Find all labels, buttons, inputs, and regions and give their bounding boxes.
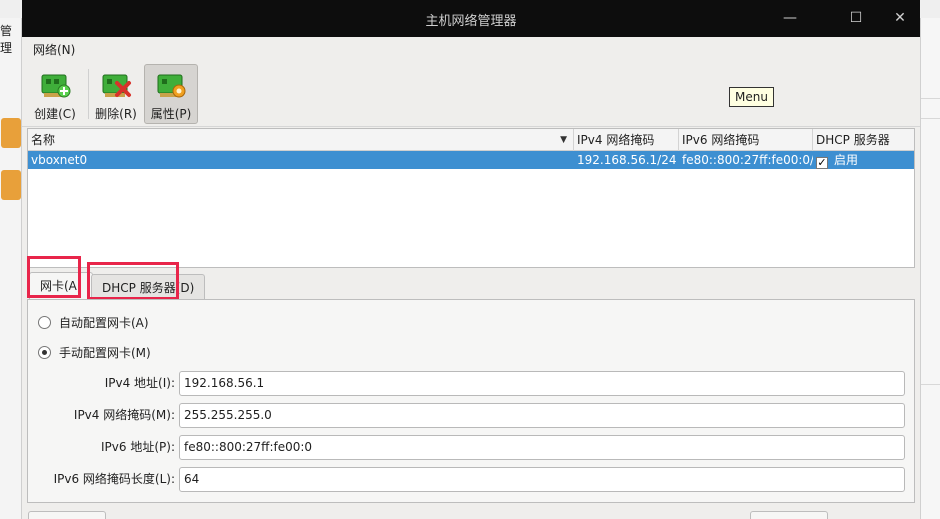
manual-config-label: 手动配置网卡(M)	[59, 346, 151, 360]
auto-config-radio[interactable]	[38, 316, 51, 329]
menu-network[interactable]: 网络(N)	[33, 41, 75, 58]
manual-config-radio[interactable]	[38, 346, 51, 359]
cell-ipv6: fe80::800:27ff:fe00:0/64	[682, 153, 813, 167]
ipv6-prefix-length-field[interactable]: 64	[179, 467, 905, 492]
network-table: 名称 ▼ IPv4 网络掩码 IPv6 网络掩码 DHCP 服务器 vboxne…	[27, 128, 915, 268]
dialog-button-row	[22, 508, 920, 519]
tab-dhcp-server[interactable]: DHCP 服务器(D)	[91, 274, 206, 300]
properties-button[interactable]: 属性(P)	[144, 64, 198, 124]
manual-config-option[interactable]: 手动配置网卡(M)	[38, 343, 151, 363]
menu-bar: 网络(N)	[22, 37, 920, 59]
title-bar[interactable]: 主机网络管理器 — ☐ ✕	[22, 0, 920, 37]
maximize-button[interactable]: ☐	[846, 8, 866, 28]
delete-button[interactable]: 删除(R)	[89, 64, 143, 124]
tooltip: Menu	[729, 87, 774, 107]
ipv6-address-field[interactable]: fe80::800:27ff:fe00:0	[179, 435, 905, 460]
dhcp-enabled-label: 启用	[834, 153, 859, 167]
column-header-ipv4[interactable]: IPv4 网络掩码	[574, 129, 679, 151]
minimize-button[interactable]: —	[780, 8, 800, 28]
network-card-add-icon	[41, 74, 71, 98]
toolbar: 创建(C) 删除(R) 属性(P)	[22, 59, 920, 127]
column-header-dhcp[interactable]: DHCP 服务器	[813, 129, 914, 151]
background-app-sidebar: 管理	[0, 18, 22, 519]
column-header-name[interactable]: 名称 ▼	[28, 129, 574, 151]
sort-down-icon: ▼	[560, 135, 567, 145]
vm-thumbnail-icon[interactable]	[1, 170, 21, 200]
column-header-ipv6[interactable]: IPv6 网络掩码	[679, 129, 813, 151]
adapter-panel: 自动配置网卡(A) 手动配置网卡(M) IPv4 地址(I): 192.168.…	[27, 299, 915, 503]
create-button-label: 创建(C)	[34, 107, 76, 121]
ipv4-mask-field[interactable]: 255.255.255.0	[179, 403, 905, 428]
ipv6-prefix-length-label: IPv6 网络掩码长度(L):	[53, 472, 175, 486]
background-app-title: 管理	[0, 24, 13, 55]
vm-thumbnail-icon[interactable]	[1, 118, 21, 148]
table-header: 名称 ▼ IPv4 网络掩码 IPv6 网络掩码 DHCP 服务器	[28, 129, 914, 151]
background-app-right-panel	[920, 18, 940, 519]
reset-button[interactable]	[28, 511, 106, 519]
auto-config-label: 自动配置网卡(A)	[59, 316, 149, 330]
ipv4-address-label: IPv4 地址(I):	[104, 376, 175, 390]
delete-button-label: 删除(R)	[95, 107, 137, 121]
network-card-remove-icon	[102, 74, 131, 97]
host-network-manager-dialog: 主机网络管理器 — ☐ ✕ 网络(N) 创建(C) 删除(R) 属性(P) Me…	[22, 0, 920, 519]
auto-config-option[interactable]: 自动配置网卡(A)	[38, 313, 149, 333]
create-button[interactable]: 创建(C)	[28, 64, 82, 124]
tab-bar: 网卡(A) DHCP 服务器(D)	[27, 256, 915, 300]
cell-name: vboxnet0	[31, 153, 88, 167]
ipv4-address-field[interactable]: 192.168.56.1	[179, 371, 905, 396]
close-button[interactable]: ✕	[890, 8, 910, 28]
cell-dhcp: ✓ 启用	[813, 151, 914, 169]
network-card-properties-icon	[157, 74, 186, 98]
cell-ipv4: 192.168.56.1/24	[577, 153, 677, 167]
properties-button-label: 属性(P)	[150, 107, 192, 121]
tab-adapter[interactable]: 网卡(A)	[29, 272, 93, 300]
table-row[interactable]: vboxnet0 192.168.56.1/24 fe80::800:27ff:…	[28, 151, 914, 169]
dhcp-enabled-checkbox[interactable]: ✓	[816, 157, 828, 169]
ipv4-mask-label: IPv4 网络掩码(M):	[73, 408, 175, 422]
ipv6-address-label: IPv6 地址(P):	[101, 440, 175, 454]
apply-button[interactable]	[750, 511, 828, 519]
